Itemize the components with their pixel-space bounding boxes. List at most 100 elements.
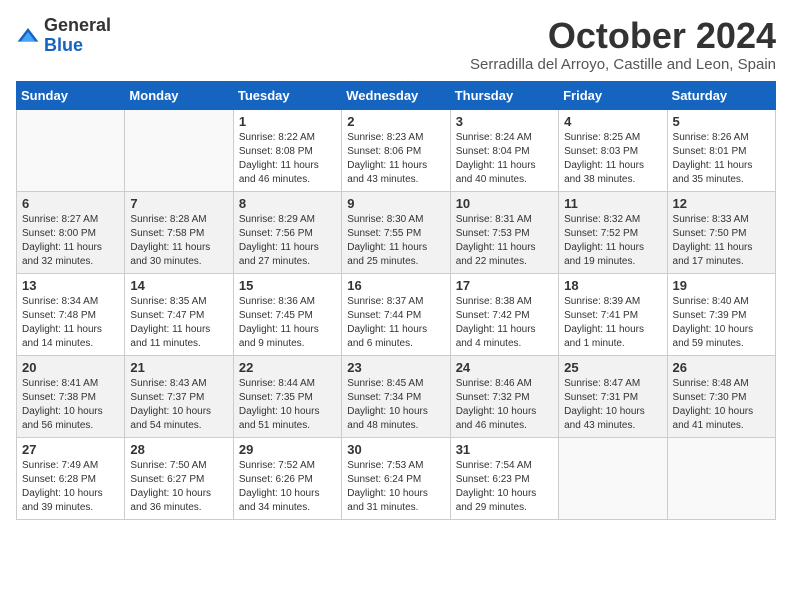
weekday-header-sunday: Sunday [17, 81, 125, 109]
calendar-cell: 2Sunrise: 8:23 AM Sunset: 8:06 PM Daylig… [342, 109, 450, 191]
day-info: Sunrise: 8:37 AM Sunset: 7:44 PM Dayligh… [347, 295, 444, 351]
day-number: 13 [22, 278, 119, 293]
calendar-cell: 6Sunrise: 8:27 AM Sunset: 8:00 PM Daylig… [17, 191, 125, 273]
day-number: 7 [130, 196, 227, 211]
day-info: Sunrise: 8:48 AM Sunset: 7:30 PM Dayligh… [673, 377, 770, 433]
weekday-header-tuesday: Tuesday [233, 81, 341, 109]
day-info: Sunrise: 7:52 AM Sunset: 6:26 PM Dayligh… [239, 459, 336, 515]
calendar-cell [559, 437, 667, 519]
day-info: Sunrise: 8:30 AM Sunset: 7:55 PM Dayligh… [347, 213, 444, 269]
day-number: 10 [456, 196, 553, 211]
day-number: 11 [564, 196, 661, 211]
weekday-header-thursday: Thursday [450, 81, 558, 109]
calendar-cell: 30 Sunrise: 7:53 AM Sunset: 6:24 PM Dayli… [342, 437, 450, 519]
day-info: Sunrise: 8:25 AM Sunset: 8:03 PM Dayligh… [564, 131, 661, 187]
day-info: Sunrise: 8:27 AM Sunset: 8:00 PM Dayligh… [22, 213, 119, 269]
day-info: Sunrise: 8:33 AM Sunset: 7:50 PM Dayligh… [673, 213, 770, 269]
day-info: Sunrise: 8:23 AM Sunset: 8:06 PM Dayligh… [347, 131, 444, 187]
calendar-cell: 25 Sunrise: 8:47 AM Sunset: 7:31 PM Dayli… [559, 355, 667, 437]
day-number: 9 [347, 196, 444, 211]
day-info: Sunrise: 8:31 AM Sunset: 7:53 PM Dayligh… [456, 213, 553, 269]
day-number: 29 [239, 442, 336, 457]
day-number: 19 [673, 278, 770, 293]
day-info: Sunrise: 8:40 AM Sunset: 7:39 PM Dayligh… [673, 295, 770, 351]
day-info: Sunrise: 8:24 AM Sunset: 8:04 PM Dayligh… [456, 131, 553, 187]
day-info: Sunrise: 8:28 AM Sunset: 7:58 PM Dayligh… [130, 213, 227, 269]
day-info: Sunrise: 8:38 AM Sunset: 7:42 PM Dayligh… [456, 295, 553, 351]
calendar-cell: 17 Sunrise: 8:38 AM Sunset: 7:42 PM Dayli… [450, 273, 558, 355]
day-number: 17 [456, 278, 553, 293]
calendar-cell: 15 Sunrise: 8:36 AM Sunset: 7:45 PM Dayli… [233, 273, 341, 355]
day-number: 24 [456, 360, 553, 375]
day-number: 20 [22, 360, 119, 375]
calendar-cell: 31 Sunrise: 7:54 AM Sunset: 6:23 PM Dayli… [450, 437, 558, 519]
calendar-cell [667, 437, 775, 519]
day-number: 16 [347, 278, 444, 293]
day-info: Sunrise: 8:34 AM Sunset: 7:48 PM Dayligh… [22, 295, 119, 351]
day-number: 8 [239, 196, 336, 211]
day-info: Sunrise: 8:22 AM Sunset: 8:08 PM Dayligh… [239, 131, 336, 187]
calendar-cell: 4 Sunrise: 8:25 AM Sunset: 8:03 PM Daylig… [559, 109, 667, 191]
calendar-cell: 8 Sunrise: 8:29 AM Sunset: 7:56 PM Daylig… [233, 191, 341, 273]
day-number: 4 [564, 114, 661, 129]
day-info: Sunrise: 8:32 AM Sunset: 7:52 PM Dayligh… [564, 213, 661, 269]
day-number: 23 [347, 360, 444, 375]
calendar-cell: 9 Sunrise: 8:30 AM Sunset: 7:55 PM Daylig… [342, 191, 450, 273]
calendar-cell [17, 109, 125, 191]
day-number: 25 [564, 360, 661, 375]
title-block: October 2024 Serradilla del Arroyo, Cast… [470, 16, 776, 73]
calendar-cell: 16 Sunrise: 8:37 AM Sunset: 7:44 PM Dayli… [342, 273, 450, 355]
day-info: Sunrise: 7:49 AM Sunset: 6:28 PM Dayligh… [22, 459, 119, 515]
calendar-table: SundayMondayTuesdayWednesdayThursdayFrid… [16, 81, 776, 520]
logo-general-text: General [44, 16, 111, 36]
day-info: Sunrise: 8:44 AM Sunset: 7:35 PM Dayligh… [239, 377, 336, 433]
calendar-cell: 10 Sunrise: 8:31 AM Sunset: 7:53 PM Dayli… [450, 191, 558, 273]
day-info: Sunrise: 7:50 AM Sunset: 6:27 PM Dayligh… [130, 459, 227, 515]
calendar-cell: 28 Sunrise: 7:50 AM Sunset: 6:27 PM Dayli… [125, 437, 233, 519]
day-info: Sunrise: 7:53 AM Sunset: 6:24 PM Dayligh… [347, 459, 444, 515]
day-info: Sunrise: 8:29 AM Sunset: 7:56 PM Dayligh… [239, 213, 336, 269]
day-info: Sunrise: 8:43 AM Sunset: 7:37 PM Dayligh… [130, 377, 227, 433]
day-info: Sunrise: 8:36 AM Sunset: 7:45 PM Dayligh… [239, 295, 336, 351]
weekday-header-friday: Friday [559, 81, 667, 109]
day-number: 15 [239, 278, 336, 293]
day-number: 28 [130, 442, 227, 457]
day-number: 14 [130, 278, 227, 293]
page-header: General Blue October 2024 Serradilla del… [16, 16, 776, 73]
calendar-cell: 20Sunrise: 8:41 AM Sunset: 7:38 PM Dayli… [17, 355, 125, 437]
day-number: 18 [564, 278, 661, 293]
day-number: 26 [673, 360, 770, 375]
calendar-week-row: 20Sunrise: 8:41 AM Sunset: 7:38 PM Dayli… [17, 355, 776, 437]
calendar-cell: 21Sunrise: 8:43 AM Sunset: 7:37 PM Dayli… [125, 355, 233, 437]
day-number: 3 [456, 114, 553, 129]
day-info: Sunrise: 8:46 AM Sunset: 7:32 PM Dayligh… [456, 377, 553, 433]
weekday-header-saturday: Saturday [667, 81, 775, 109]
calendar-cell: 18Sunrise: 8:39 AM Sunset: 7:41 PM Dayli… [559, 273, 667, 355]
day-number: 1 [239, 114, 336, 129]
day-number: 12 [673, 196, 770, 211]
calendar-cell: 12 Sunrise: 8:33 AM Sunset: 7:50 PM Dayli… [667, 191, 775, 273]
logo-blue-text: Blue [44, 36, 111, 56]
calendar-week-row: 1 Sunrise: 8:22 AM Sunset: 8:08 PM Daylig… [17, 109, 776, 191]
day-info: Sunrise: 8:47 AM Sunset: 7:31 PM Dayligh… [564, 377, 661, 433]
calendar-cell: 22 Sunrise: 8:44 AM Sunset: 7:35 PM Dayli… [233, 355, 341, 437]
calendar-cell: 19 Sunrise: 8:40 AM Sunset: 7:39 PM Dayli… [667, 273, 775, 355]
day-info: Sunrise: 8:26 AM Sunset: 8:01 PM Dayligh… [673, 131, 770, 187]
day-info: Sunrise: 8:45 AM Sunset: 7:34 PM Dayligh… [347, 377, 444, 433]
day-info: Sunrise: 8:35 AM Sunset: 7:47 PM Dayligh… [130, 295, 227, 351]
calendar-cell: 26 Sunrise: 8:48 AM Sunset: 7:30 PM Dayli… [667, 355, 775, 437]
logo-icon [16, 24, 40, 48]
day-number: 30 [347, 442, 444, 457]
calendar-header-row: SundayMondayTuesdayWednesdayThursdayFrid… [17, 81, 776, 109]
day-number: 5 [673, 114, 770, 129]
calendar-week-row: 27Sunrise: 7:49 AM Sunset: 6:28 PM Dayli… [17, 437, 776, 519]
calendar-cell: 3 Sunrise: 8:24 AM Sunset: 8:04 PM Daylig… [450, 109, 558, 191]
calendar-cell: 23 Sunrise: 8:45 AM Sunset: 7:34 PM Dayli… [342, 355, 450, 437]
day-number: 22 [239, 360, 336, 375]
day-info: Sunrise: 7:54 AM Sunset: 6:23 PM Dayligh… [456, 459, 553, 515]
weekday-header-wednesday: Wednesday [342, 81, 450, 109]
calendar-cell: 7 Sunrise: 8:28 AM Sunset: 7:58 PM Daylig… [125, 191, 233, 273]
calendar-cell: 27Sunrise: 7:49 AM Sunset: 6:28 PM Dayli… [17, 437, 125, 519]
day-number: 31 [456, 442, 553, 457]
weekday-header-monday: Monday [125, 81, 233, 109]
